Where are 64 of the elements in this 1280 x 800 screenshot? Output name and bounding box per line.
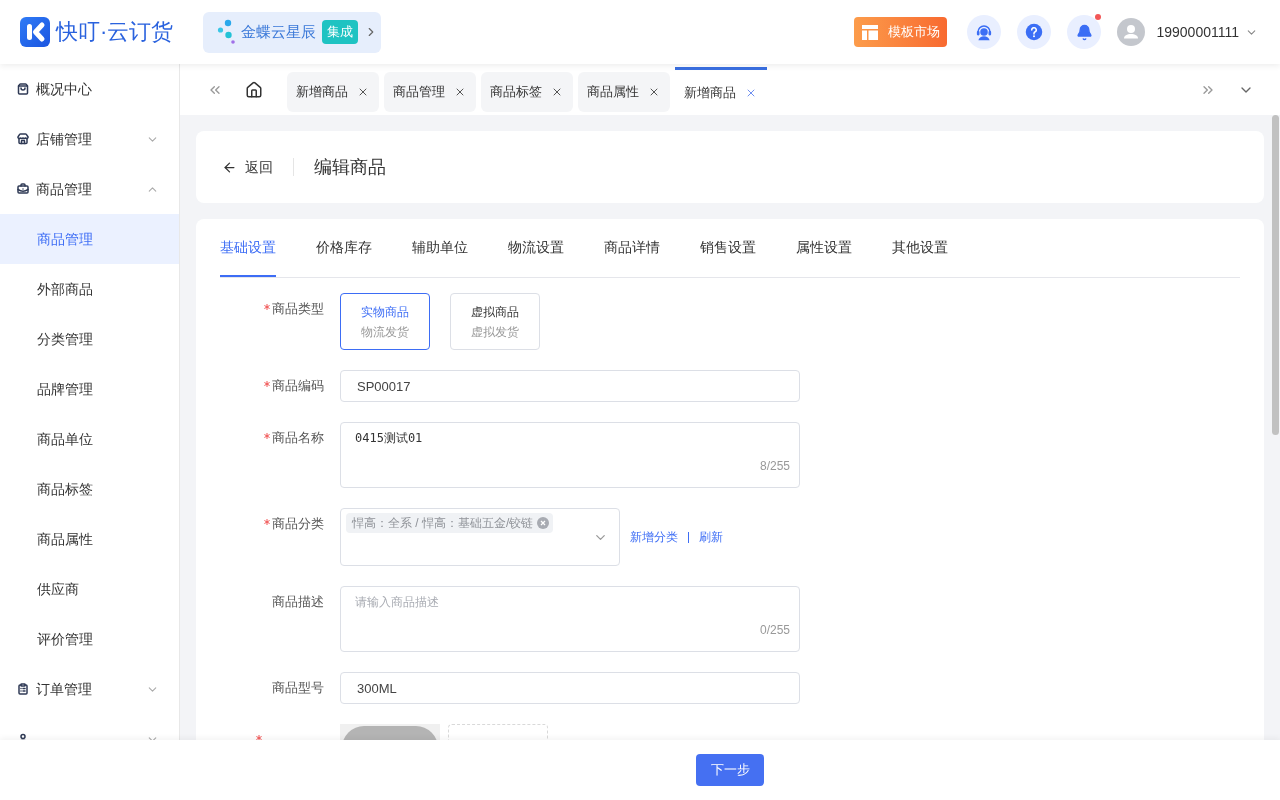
form-tab[interactable]: 基础设置 [220, 219, 276, 277]
field-label: 商品型号 [272, 679, 324, 698]
text-link[interactable]: 刷新 [699, 528, 723, 546]
option-subtitle: 物流发货 [361, 323, 409, 340]
logo-text: 快叮·云订货 [56, 21, 174, 43]
briefcase-icon [17, 183, 29, 195]
form-tab[interactable]: 辅助单位 [412, 219, 468, 277]
char-counter: 0/255 [759, 622, 790, 638]
sidebar-item[interactable]: 商品管理 [0, 164, 179, 214]
form-tab[interactable]: 其他设置 [892, 219, 948, 277]
field-label: 商品分类 [272, 515, 324, 534]
avatar-icon [1117, 18, 1146, 46]
page-tab[interactable]: 商品标签 [481, 72, 573, 112]
form-tab[interactable]: 销售设置 [700, 219, 756, 277]
integration-banner[interactable]: 金蝶云星辰 集成 [203, 11, 382, 53]
clipboard-icon [17, 683, 29, 695]
support-button[interactable] [967, 15, 1002, 49]
help-button[interactable] [1017, 15, 1052, 49]
page-title: 编辑商品 [314, 155, 386, 179]
clear-icon[interactable] [537, 517, 550, 529]
option-title: 虚拟商品 [471, 303, 519, 320]
close-icon[interactable] [357, 86, 369, 98]
sidebar-item[interactable]: 概况中心 [0, 64, 179, 114]
scrollbar-thumb[interactable] [1272, 115, 1279, 435]
bell-icon [1075, 23, 1093, 41]
home-icon[interactable] [245, 80, 263, 99]
type-option-card[interactable]: 实物商品 物流发货 [340, 293, 430, 350]
type-option-card[interactable]: 虚拟商品 虚拟发货 [450, 293, 540, 350]
page-tab[interactable]: 商品属性 [578, 72, 670, 112]
option-subtitle: 虚拟发货 [471, 323, 519, 340]
close-icon[interactable] [454, 86, 466, 98]
field-label: 商品类型 [272, 300, 324, 319]
selected-tag: 悍高：全系 / 悍高：基础五金/铰链 [346, 513, 554, 533]
form-tab[interactable]: 价格库存 [316, 219, 372, 277]
back-button[interactable]: 返回 [222, 156, 273, 178]
sidebar-item[interactable]: 订单管理 [0, 664, 179, 714]
help-icon [1025, 23, 1044, 41]
form-tab[interactable]: 物流设置 [508, 219, 564, 277]
text-input[interactable]: SP00017 [340, 370, 800, 402]
text-link[interactable]: 新增分类 [630, 528, 678, 546]
text-input[interactable]: 300ML [340, 672, 800, 704]
option-title: 实物商品 [361, 303, 409, 320]
next-step-button[interactable]: 下一步 [696, 754, 764, 786]
sidebar-item[interactable]: 店铺管理 [0, 114, 179, 164]
notifications-button[interactable] [1067, 15, 1102, 49]
field-label: 商品编码 [272, 377, 324, 396]
page-tab[interactable]: 商品管理 [384, 72, 476, 112]
integration-badge: 集成 [322, 20, 359, 44]
logo-icon [20, 17, 50, 47]
form-tab[interactable]: 属性设置 [796, 219, 852, 277]
sidebar-subitem[interactable]: 商品管理 [0, 214, 179, 264]
field-label: 商品描述 [272, 593, 324, 612]
form-tab[interactable]: 商品详情 [604, 219, 660, 277]
field-label: 商品名称 [272, 429, 324, 448]
bag-icon [17, 83, 29, 95]
close-icon[interactable] [648, 86, 660, 98]
close-icon[interactable] [551, 86, 563, 98]
char-counter: 8/255 [759, 458, 790, 474]
dots-logo-icon [217, 19, 238, 45]
headset-person-icon [975, 23, 994, 41]
store-icon [17, 133, 29, 145]
user-menu[interactable]: 19900001111 [1156, 21, 1258, 43]
layout-icon [862, 24, 879, 40]
page-tab[interactable]: 新增商品 [287, 72, 379, 112]
